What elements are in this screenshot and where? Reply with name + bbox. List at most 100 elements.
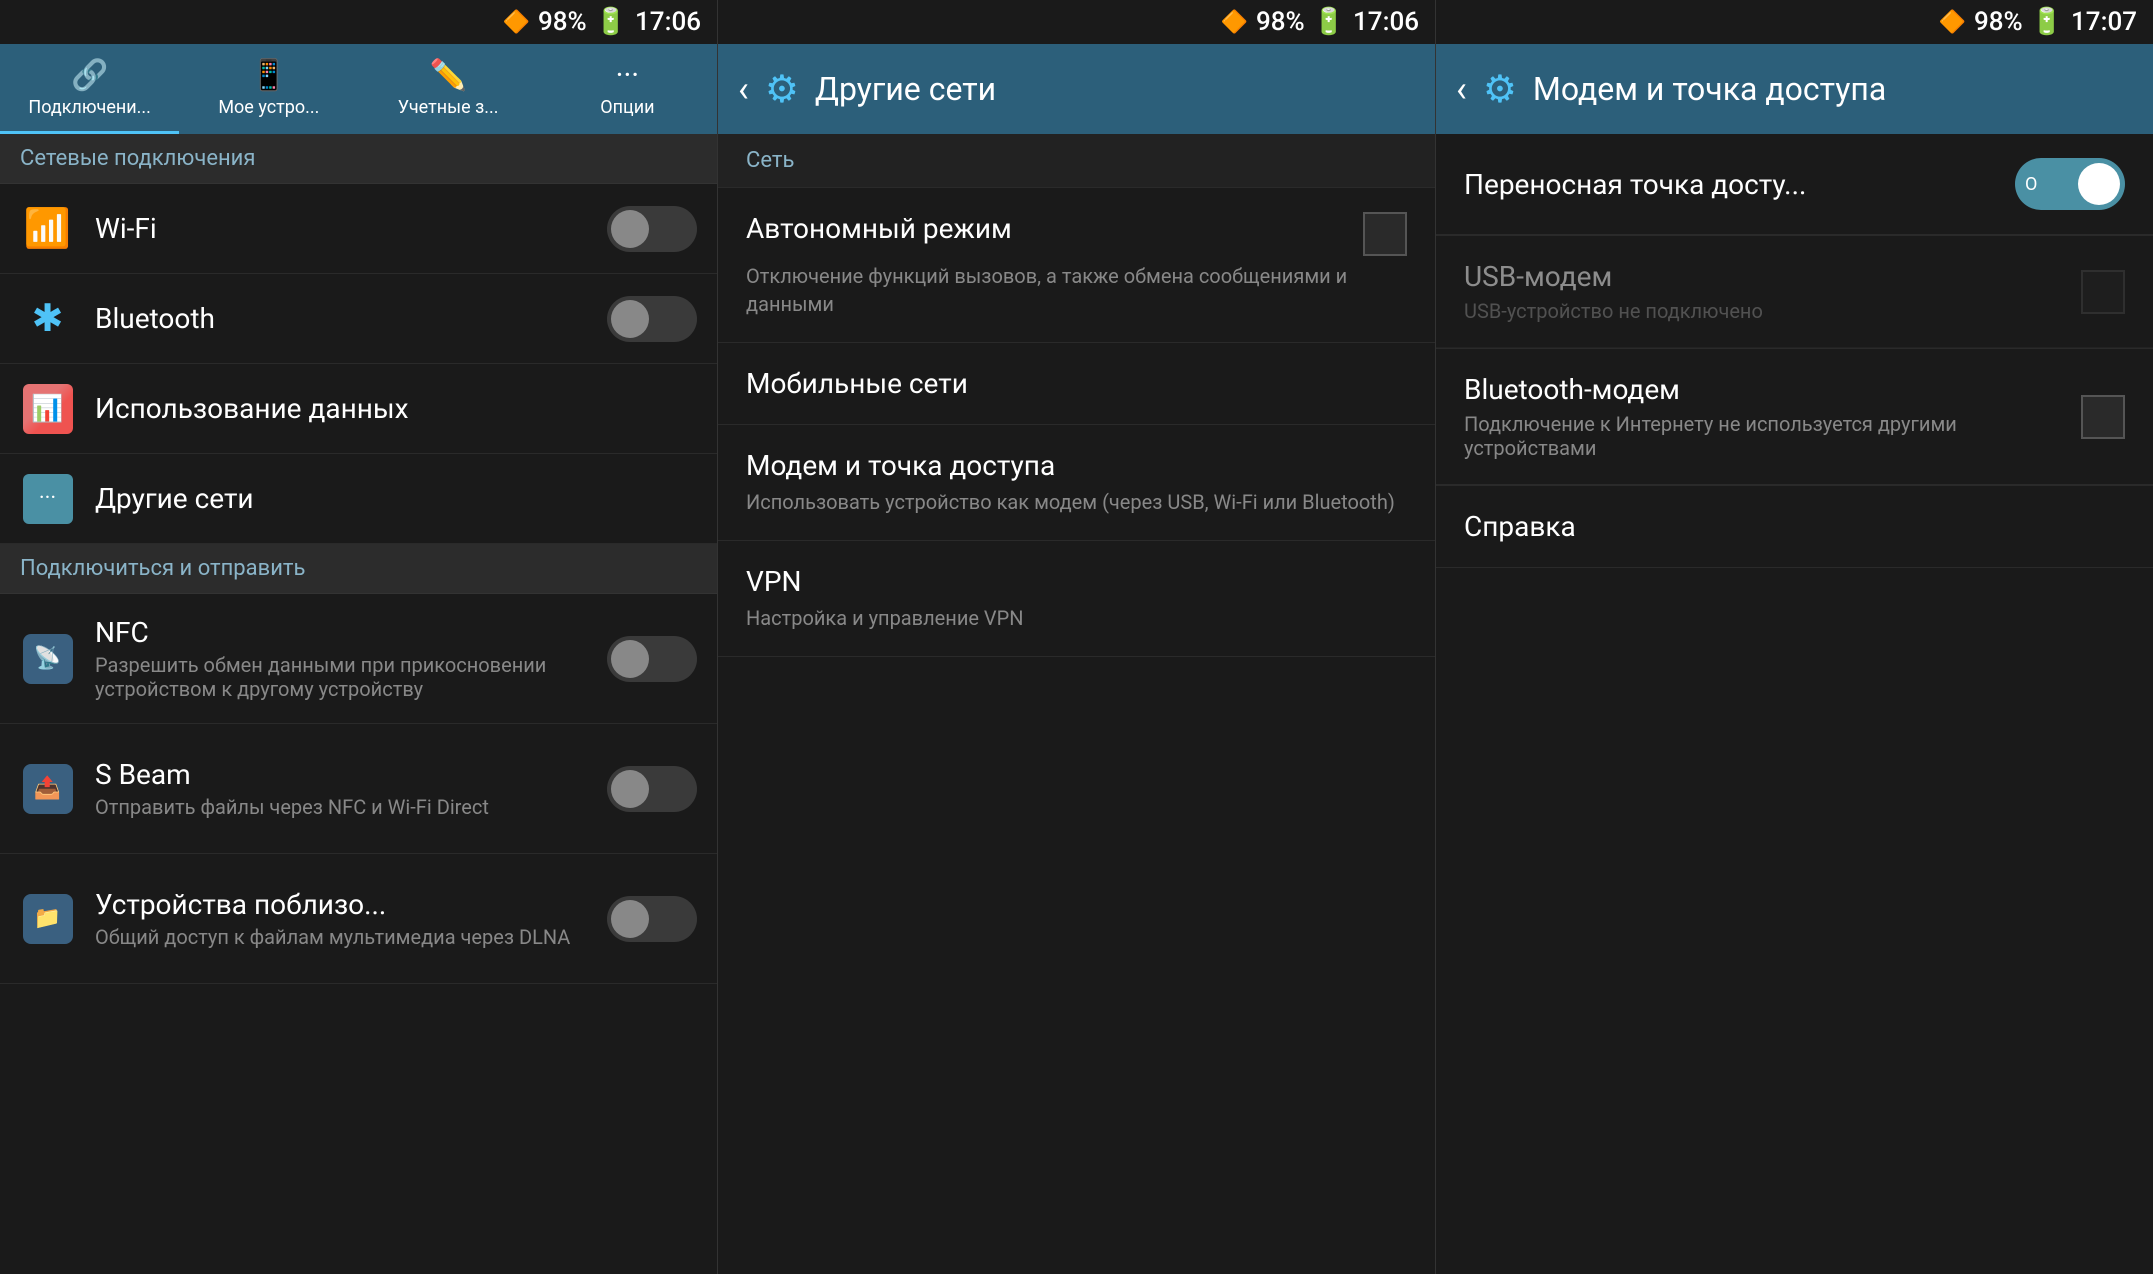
nearby-subtitle: Общий доступ к файлам мультимедиа через … bbox=[95, 925, 607, 949]
modem-row: Модем и точка доступа bbox=[746, 449, 1407, 482]
status-bar-content-3: 🔶 98% 🔋 17:07 bbox=[1939, 7, 2137, 37]
nearby-toggle-knob bbox=[611, 900, 649, 938]
section-connect-header: Подключиться и отправить bbox=[0, 544, 717, 594]
btmodem-subtitle: Подключение к Интернету не используется … bbox=[1464, 412, 2065, 460]
sbeam-toggle[interactable] bbox=[607, 766, 697, 812]
panel-connections: 🔶 98% 🔋 17:06 🔗 Подключени... 📱 Мое устр… bbox=[0, 0, 718, 1274]
battery-percent-1: 98% bbox=[538, 7, 587, 37]
wifi-label: Wi-Fi bbox=[95, 212, 607, 245]
wifi-toggle-knob bbox=[611, 210, 649, 248]
hotspot-toggle-label: O bbox=[2025, 174, 2037, 195]
data-usage-label: Использование данных bbox=[95, 392, 697, 425]
accounts-icon: ✏️ bbox=[429, 58, 466, 93]
sbeam-box-icon: 📤 bbox=[23, 764, 73, 814]
sbeam-toggle-knob bbox=[611, 770, 649, 808]
other-networks-box-icon: ··· bbox=[23, 474, 73, 524]
hotspot-label: Переносная точка досту... bbox=[1464, 168, 1806, 201]
airplane-label: Автономный режим bbox=[746, 212, 1012, 245]
top-nav-1: 🔗 Подключени... 📱 Мое устро... ✏️ Учетны… bbox=[0, 44, 717, 134]
btmodem-checkbox[interactable] bbox=[2081, 395, 2125, 439]
tab-accounts-label: Учетные з... bbox=[398, 97, 499, 118]
wifi-toggle[interactable] bbox=[607, 206, 697, 252]
modem-label: Модем и точка доступа bbox=[746, 449, 1055, 482]
tab-options[interactable]: ··· Опции bbox=[538, 44, 717, 134]
time-2: 17:06 bbox=[1353, 7, 1419, 37]
hotspot-toggle[interactable]: O bbox=[2015, 158, 2125, 210]
nfc-text: NFC Разрешить обмен данными при прикосно… bbox=[95, 616, 607, 701]
nearby-text: Устройства поблизо... Общий доступ к фай… bbox=[95, 888, 607, 949]
menu-item-help[interactable]: Справка bbox=[1436, 486, 2153, 568]
btmodem-text: Bluetooth-модем Подключение к Интернету … bbox=[1464, 373, 2065, 460]
nfc-box-icon: 📡 bbox=[23, 634, 73, 684]
hotspot-row: Переносная точка досту... O bbox=[1464, 158, 2125, 210]
vpn-label: VPN bbox=[746, 565, 801, 598]
tab-connections-label: Подключени... bbox=[28, 97, 151, 118]
usb-row: USB-модем USB-устройство не подключено bbox=[1464, 260, 2125, 323]
hotspot-toggle-knob bbox=[2078, 163, 2120, 205]
nfc-icon: 📡 bbox=[20, 631, 75, 686]
back-button-3[interactable]: ‹ bbox=[1456, 68, 1467, 110]
menu-item-sbeam[interactable]: 📤 S Beam Отправить файлы через NFC и Wi-… bbox=[0, 724, 717, 854]
bluetooth-text: Bluetooth bbox=[95, 302, 607, 335]
signal-icon-1: 🔶 bbox=[503, 10, 530, 35]
usb-modem-subtitle: USB-устройство не подключено bbox=[1464, 299, 1763, 323]
menu-item-vpn[interactable]: VPN Настройка и управление VPN bbox=[718, 541, 1435, 657]
menu-item-usb-modem[interactable]: USB-модем USB-устройство не подключено bbox=[1436, 236, 2153, 348]
menu-item-other-networks[interactable]: ··· Другие сети bbox=[0, 454, 717, 544]
connections-icon: 🔗 bbox=[71, 58, 108, 93]
signal-icon-2: 🔶 bbox=[1221, 10, 1248, 35]
vpn-subtitle: Настройка и управление VPN bbox=[746, 604, 1407, 632]
sbeam-icon: 📤 bbox=[20, 761, 75, 816]
back-button-2[interactable]: ‹ bbox=[738, 68, 749, 110]
time-1: 17:06 bbox=[635, 7, 701, 37]
battery-icon-2: 🔋 bbox=[1313, 7, 1345, 37]
my-device-icon: 📱 bbox=[250, 58, 287, 93]
modem-subtitle: Использовать устройство как модем (через… bbox=[746, 488, 1407, 516]
settings-icon-3: ⚙ bbox=[1483, 67, 1517, 112]
airplane-checkbox[interactable] bbox=[1363, 212, 1407, 256]
tab-my-device[interactable]: 📱 Мое устро... bbox=[179, 44, 358, 134]
battery-icon-1: 🔋 bbox=[595, 7, 627, 37]
usb-modem-text: USB-модем USB-устройство не подключено bbox=[1464, 260, 1763, 323]
nearby-toggle[interactable] bbox=[607, 896, 697, 942]
menu-item-mobile-networks[interactable]: Мобильные сети bbox=[718, 343, 1435, 425]
menu-item-wifi[interactable]: 📶 Wi-Fi bbox=[0, 184, 717, 274]
nfc-label: NFC bbox=[95, 616, 607, 649]
nfc-toggle[interactable] bbox=[607, 636, 697, 682]
menu-item-nfc[interactable]: 📡 NFC Разрешить обмен данными при прикос… bbox=[0, 594, 717, 724]
btmodem-row: Bluetooth-модем Подключение к Интернету … bbox=[1464, 373, 2125, 460]
tab-accounts[interactable]: ✏️ Учетные з... bbox=[359, 44, 538, 134]
usb-modem-label: USB-модем bbox=[1464, 260, 1763, 293]
menu-item-bluetooth-modem[interactable]: Bluetooth-модем Подключение к Интернету … bbox=[1436, 349, 2153, 485]
panel-modem-hotspot: 🔶 98% 🔋 17:07 ‹ ⚙ Модем и точка доступа … bbox=[1436, 0, 2153, 1274]
nearby-icon: 📁 bbox=[20, 891, 75, 946]
bluetooth-toggle-knob bbox=[611, 300, 649, 338]
data-usage-text: Использование данных bbox=[95, 392, 697, 425]
time-3: 17:07 bbox=[2071, 7, 2137, 37]
btmodem-label: Bluetooth-модем bbox=[1464, 373, 2065, 406]
panel3-header: ‹ ⚙ Модем и точка доступа bbox=[1436, 44, 2153, 134]
menu-item-airplane[interactable]: Автономный режим Отключение функций вызо… bbox=[718, 188, 1435, 343]
menu-item-modem[interactable]: Модем и точка доступа Использовать устро… bbox=[718, 425, 1435, 541]
menu-item-portable-hotspot[interactable]: Переносная точка досту... O bbox=[1436, 134, 2153, 235]
menu-item-nearby[interactable]: 📁 Устройства поблизо... Общий доступ к ф… bbox=[0, 854, 717, 984]
panel3-title: Модем и точка доступа bbox=[1533, 70, 1886, 108]
status-bar-content-1: 🔶 98% 🔋 17:06 bbox=[503, 7, 701, 37]
menu-item-data-usage[interactable]: 📊 Использование данных bbox=[0, 364, 717, 454]
status-bar-2: 🔶 98% 🔋 17:06 bbox=[718, 0, 1435, 44]
nearby-label: Устройства поблизо... bbox=[95, 888, 607, 921]
nfc-subtitle: Разрешить обмен данными при прикосновени… bbox=[95, 653, 607, 701]
panel-other-networks: 🔶 98% 🔋 17:06 ‹ ⚙ Другие сети Сеть Автон… bbox=[718, 0, 1436, 1274]
tab-connections[interactable]: 🔗 Подключени... bbox=[0, 44, 179, 134]
nearby-box-icon: 📁 bbox=[23, 894, 73, 944]
menu-item-bluetooth[interactable]: ✱ Bluetooth bbox=[0, 274, 717, 364]
sbeam-label: S Beam bbox=[95, 758, 607, 791]
vpn-row: VPN bbox=[746, 565, 1407, 598]
section-network-header: Сетевые подключения bbox=[0, 134, 717, 184]
wifi-text: Wi-Fi bbox=[95, 212, 607, 245]
airplane-subtitle: Отключение функций вызовов, а также обме… bbox=[746, 262, 1407, 318]
wifi-icon: 📶 bbox=[20, 201, 75, 256]
status-bar-3: 🔶 98% 🔋 17:07 bbox=[1436, 0, 2153, 44]
bluetooth-toggle[interactable] bbox=[607, 296, 697, 342]
usb-modem-checkbox[interactable] bbox=[2081, 270, 2125, 314]
